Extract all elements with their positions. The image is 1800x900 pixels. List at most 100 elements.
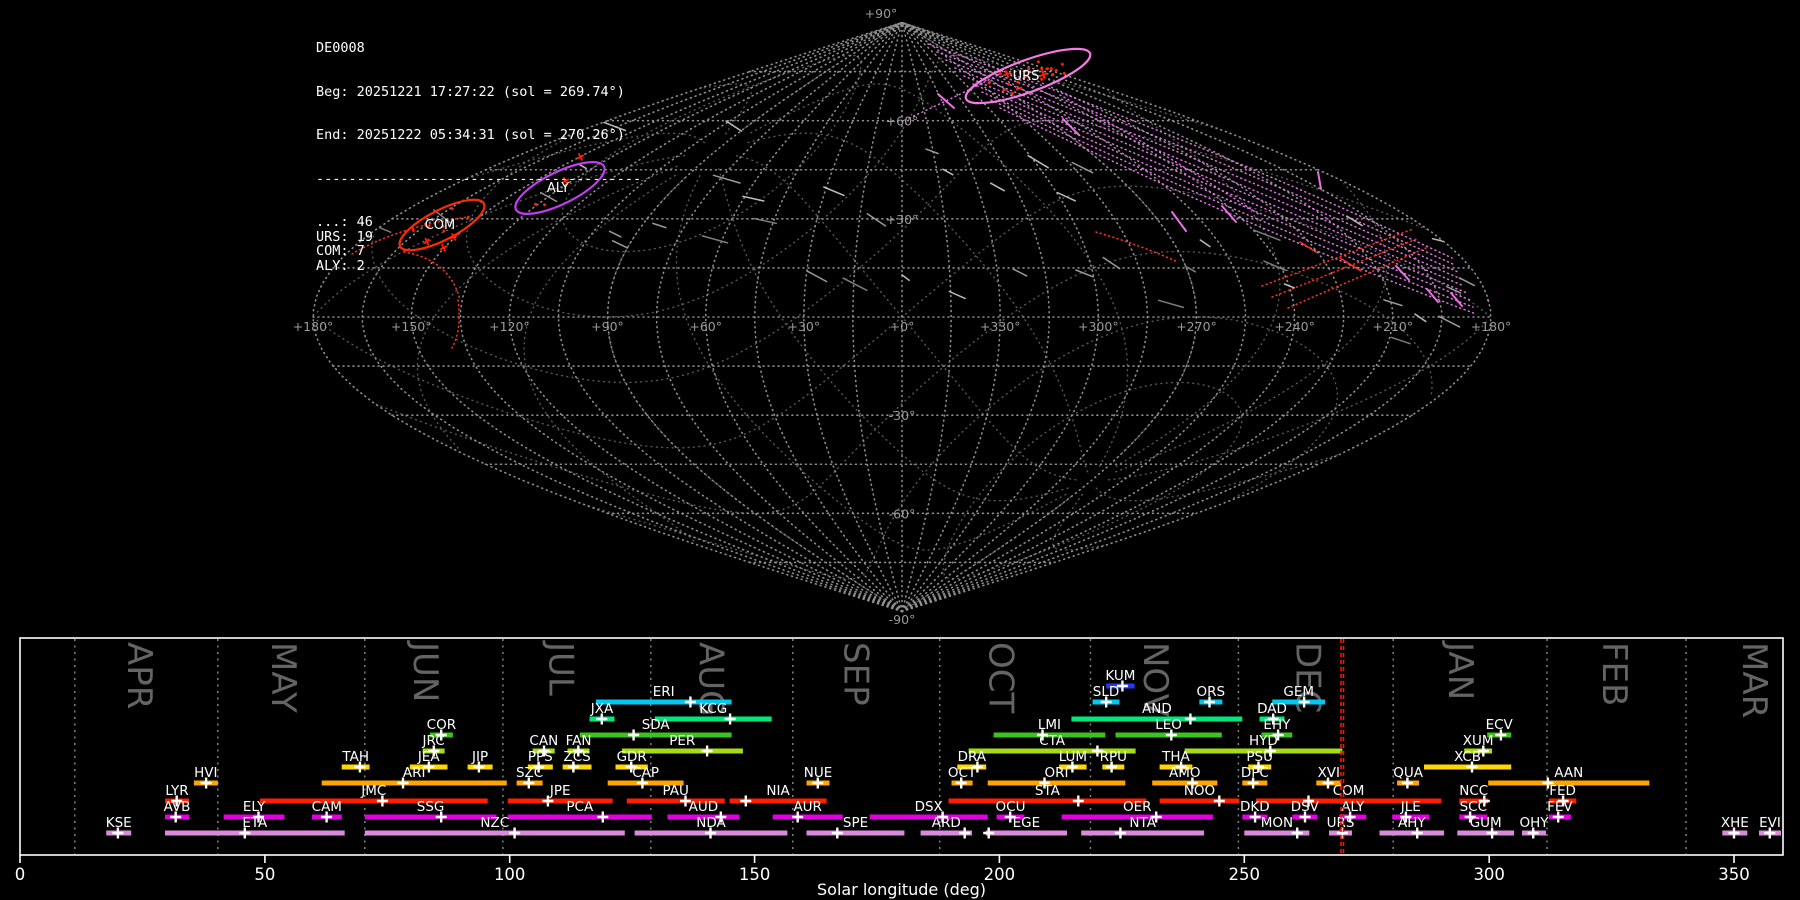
decor	[583, 317, 1337, 579]
meteor-dash	[1200, 240, 1210, 247]
shower-peak-marker	[959, 828, 970, 839]
header-separator: ----------------------------------------	[316, 172, 641, 187]
equator-longitude-label: +90°	[591, 319, 624, 334]
shower-label: PER	[669, 733, 695, 749]
shower-bar-eta	[165, 831, 345, 836]
drift-track	[905, 73, 1002, 120]
red-track	[452, 300, 459, 348]
shower-label: SPE	[843, 815, 868, 831]
drift-track	[991, 100, 1473, 307]
shower-label: GDR	[617, 749, 647, 765]
meteor-dash-red	[1340, 258, 1361, 271]
x-tick-label: 100	[494, 865, 526, 884]
meteor-dash	[1384, 300, 1402, 306]
shower-label: PCA	[566, 799, 594, 815]
equator-longitude-label: +60°	[689, 319, 722, 334]
shower-label: JMC	[360, 783, 386, 799]
shower-label: KCG	[699, 701, 727, 717]
shower-label: ECV	[1486, 717, 1514, 733]
meteor-dash	[1028, 156, 1048, 168]
radiant-dot	[1046, 67, 1050, 71]
shower-label: OHY	[1519, 815, 1549, 831]
shower-label: DRA	[958, 749, 987, 765]
shower-label: AMO	[1169, 765, 1201, 781]
month-label: JUN	[405, 640, 445, 702]
equator-longitude-label: +240°	[1274, 319, 1315, 334]
shower-label: JPE	[549, 783, 571, 799]
shower-label: ARD	[932, 815, 961, 831]
shower-label: LEO	[1155, 717, 1182, 733]
shower-peak-marker	[740, 796, 751, 807]
shower-label: XCB	[1454, 749, 1481, 765]
shower-label: EVI	[1759, 815, 1781, 831]
equator-longitude-label: +150°	[391, 319, 432, 334]
shower-bar-gum	[1457, 831, 1514, 836]
shower-peak-marker	[1115, 828, 1126, 839]
equator-longitude-label: +30°	[787, 319, 820, 334]
radiant-dot	[1049, 67, 1053, 71]
latitude-label: +60°	[886, 114, 919, 129]
meteor-dash	[1392, 337, 1411, 343]
equator-longitude-label: +210°	[1373, 319, 1414, 334]
meteor-report-page: DE0008 Beg: 20251221 17:27:22 (sol = 269…	[0, 0, 1800, 900]
shower-label: ORS	[1197, 684, 1226, 700]
month-label: MAY	[263, 642, 303, 713]
red-track	[1288, 248, 1426, 308]
meteor-dash-magenta	[1172, 212, 1186, 231]
shower-peak-marker	[628, 730, 639, 741]
shower-label: OCT	[948, 765, 977, 781]
shower-label: KUM	[1105, 668, 1135, 684]
radiant-dot	[1036, 60, 1040, 64]
shower-label: SLD	[1093, 684, 1120, 700]
shower-label: EGE	[1013, 815, 1041, 831]
decor	[676, 174, 1065, 550]
count-row: ...: 46	[316, 215, 641, 230]
interval-end: End: 20251222 05:34:31 (sol = 270.26°)	[316, 128, 641, 143]
shower-label: DAD	[1257, 701, 1287, 717]
shower-label: ORI	[1045, 765, 1069, 781]
drift-track	[1060, 95, 1260, 215]
shower-peak-marker	[983, 828, 994, 839]
meteor-dash	[867, 214, 885, 226]
decor	[376, 252, 1432, 514]
count-row: URS: 19	[316, 230, 641, 245]
meteor-dash	[1072, 163, 1092, 173]
count-row: COM: 7	[316, 244, 641, 259]
month-label: OCT	[980, 642, 1020, 714]
shower-label: ELY	[243, 799, 266, 815]
shower-label: FED	[1549, 783, 1576, 799]
shower-bar-sda	[580, 733, 732, 738]
shower-label: ETA	[242, 815, 268, 831]
meteor-dash	[808, 271, 827, 281]
shower-label: AUR	[793, 799, 822, 815]
shower-label: ALY	[1341, 799, 1365, 815]
shower-bar-pca	[508, 815, 652, 820]
shower-label: EHY	[1263, 717, 1291, 733]
meteor-dash	[117, 384, 134, 395]
shower-label: SZC	[516, 765, 543, 781]
shower-label: AAN	[1554, 765, 1583, 781]
latitude-label: +30°	[886, 212, 919, 227]
meteor-dash	[1159, 300, 1184, 307]
shower-label: SDA	[642, 717, 671, 733]
month-label: MAR	[1734, 642, 1774, 718]
shower-label: NDA	[696, 815, 726, 831]
equator-longitude-label: +180°	[293, 319, 334, 334]
month-label: SEP	[835, 642, 875, 706]
meteor-dash	[714, 175, 741, 183]
shower-label: TAH	[341, 749, 369, 765]
shower-label: FAN	[566, 733, 592, 749]
shower-peak-marker	[702, 746, 713, 757]
shower-bar-dsx	[870, 815, 988, 820]
meteor-dash	[1447, 287, 1461, 293]
equator-longitude-label: +0°	[890, 319, 915, 334]
meteor-dash	[743, 196, 764, 201]
shower-bar-ssg	[365, 815, 497, 820]
x-tick-label: 0	[15, 865, 26, 884]
shower-peak-marker	[1214, 796, 1225, 807]
equator-longitude-label: +270°	[1176, 319, 1217, 334]
shower-label: KSE	[106, 815, 132, 831]
shower-label: XVI	[1318, 765, 1340, 781]
shower-bar-ege	[986, 831, 1067, 836]
shower-label: DSV	[1291, 799, 1320, 815]
